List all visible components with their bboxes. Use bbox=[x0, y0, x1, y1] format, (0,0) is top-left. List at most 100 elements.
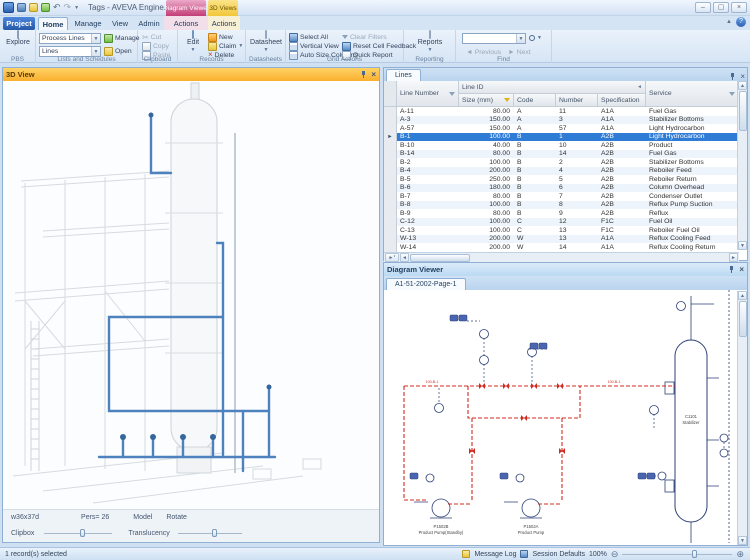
3d-mode-model[interactable]: Model bbox=[133, 514, 152, 521]
zoom-out-icon[interactable]: ⊖ bbox=[611, 549, 619, 560]
diagram-canvas[interactable]: C1101 Stabilizer P1502B Product Pump(Sta… bbox=[384, 290, 737, 543]
undo-icon[interactable]: ↶ bbox=[53, 3, 61, 12]
scroll-left-icon[interactable]: ◄ bbox=[400, 253, 409, 262]
scroll-thumb[interactable] bbox=[738, 91, 747, 131]
tab-actions-3d[interactable]: Actions bbox=[208, 17, 240, 30]
3d-view-header[interactable]: 3D View × bbox=[3, 68, 379, 81]
active-filter-icon[interactable] bbox=[504, 98, 510, 102]
scroll-thumb[interactable] bbox=[410, 253, 470, 262]
tab-lines[interactable]: Lines bbox=[386, 69, 421, 81]
table-row[interactable]: B-8 100.00 B 8 A2B Reflux Pump Suction bbox=[384, 200, 739, 209]
col-group-line-id[interactable]: Line ID ◄ bbox=[459, 81, 646, 94]
scroll-right-icon[interactable]: ► bbox=[729, 253, 738, 262]
tab-diagram-page[interactable]: A1-51-2002-Page-1 bbox=[386, 278, 466, 290]
manage-button[interactable]: Manage bbox=[104, 33, 140, 43]
search-button[interactable]: ▼ bbox=[529, 33, 542, 43]
tab-project[interactable]: Project bbox=[3, 17, 35, 30]
table-row[interactable]: B-7 80.00 B 7 A2B Condenser Outlet bbox=[384, 192, 739, 201]
scroll-up-icon[interactable]: ▲ bbox=[738, 81, 747, 90]
table-row[interactable]: B-2 100.00 B 2 A2B Stabilizer Bottoms bbox=[384, 158, 739, 167]
help-icon[interactable]: ? bbox=[736, 17, 746, 27]
tab-actions-diagram[interactable]: Actions bbox=[166, 17, 206, 30]
table-row[interactable]: B-6 180.00 B 6 A2B Column Overhead bbox=[384, 183, 739, 192]
explore-button[interactable]: Explore bbox=[3, 30, 33, 46]
scroll-thumb[interactable] bbox=[738, 301, 747, 337]
zoom-in-icon[interactable]: ⊕ bbox=[736, 549, 744, 560]
table-row[interactable]: B-9 80.00 B 9 A2B Reflux bbox=[384, 209, 739, 218]
diagram-vertical-scrollbar[interactable]: ▲ ▼ bbox=[737, 291, 747, 545]
reports-button[interactable]: Reports ▼ bbox=[415, 30, 445, 53]
sync-icon[interactable] bbox=[41, 3, 50, 12]
translucency-slider[interactable] bbox=[177, 529, 242, 537]
cell-line-number: B-2 bbox=[400, 158, 411, 166]
minimize-button[interactable]: – bbox=[695, 2, 711, 13]
col-specification[interactable]: Specification bbox=[598, 94, 646, 107]
maximize-button[interactable]: ▢ bbox=[713, 2, 729, 13]
close-button[interactable]: × bbox=[731, 2, 747, 13]
tab-admin[interactable]: Admin bbox=[134, 17, 164, 30]
tab-home[interactable]: Home bbox=[38, 17, 68, 30]
datasheet-button[interactable]: Datasheet ▼ bbox=[250, 30, 282, 53]
scroll-down-icon[interactable]: ▼ bbox=[738, 536, 747, 545]
chevron-down-icon[interactable]: ▼ bbox=[91, 34, 100, 43]
tab-manage[interactable]: Manage bbox=[70, 17, 106, 30]
refresh-icon[interactable] bbox=[29, 3, 38, 12]
minimize-ribbon-icon[interactable]: ▲ bbox=[726, 19, 732, 25]
find-search-input[interactable]: ▼ bbox=[462, 33, 526, 44]
clipbox-slider[interactable] bbox=[44, 529, 113, 537]
scroll-up-icon[interactable]: ▲ bbox=[738, 291, 747, 300]
table-row[interactable]: B-14 80.00 B 14 A2B Fuel Gas bbox=[384, 149, 739, 158]
filter-icon[interactable] bbox=[449, 91, 455, 96]
cell-size: 100.00 bbox=[489, 226, 510, 234]
table-row[interactable]: B-10 40.00 B 10 A2B Product bbox=[384, 141, 739, 150]
open-button[interactable]: Open bbox=[104, 46, 132, 56]
col-line-number[interactable]: Line Number bbox=[397, 81, 459, 107]
pin-icon[interactable] bbox=[360, 70, 367, 79]
table-row[interactable]: B-4 200.00 B 4 A2B Reboiler Feed bbox=[384, 166, 739, 175]
edit-button[interactable]: Edit ▼ bbox=[180, 30, 206, 53]
process-lines-combo[interactable]: Process Lines ▼ bbox=[39, 33, 101, 44]
grid-horizontal-scrollbar[interactable]: ►* ◄ ► bbox=[384, 252, 739, 262]
table-row[interactable]: W-13 200.00 W 13 A1A Reflux Cooling Feed bbox=[384, 234, 739, 243]
col-service[interactable]: Service bbox=[646, 81, 739, 107]
table-row[interactable]: A-57 150.00 A 57 A1A Light Hydrocarbon bbox=[384, 124, 739, 133]
chevron-down-icon[interactable]: ▼ bbox=[516, 34, 525, 43]
col-code[interactable]: Code bbox=[514, 94, 556, 107]
table-row[interactable]: ► B-1 100.00 B 1 A2B Light Hydrocarbon bbox=[384, 132, 739, 141]
close-icon[interactable]: × bbox=[739, 265, 744, 274]
collapse-icon[interactable]: ◄ bbox=[637, 84, 642, 90]
table-row[interactable]: A-3 150.00 A 3 A1A Stabilizer Bottoms bbox=[384, 115, 739, 124]
app-icon[interactable] bbox=[3, 2, 14, 13]
pin-icon[interactable] bbox=[728, 265, 735, 274]
tab-view[interactable]: View bbox=[106, 17, 134, 30]
new-row-button[interactable]: ►* bbox=[385, 253, 399, 262]
col-size[interactable]: Size (mm) bbox=[459, 94, 514, 107]
3d-model bbox=[12, 82, 322, 504]
qat-dropdown-icon[interactable]: ▼ bbox=[74, 5, 79, 11]
redo-icon[interactable]: ↷ bbox=[64, 3, 72, 12]
session-defaults-button[interactable]: Session Defaults bbox=[532, 551, 585, 558]
chevron-down-icon[interactable]: ▼ bbox=[91, 47, 100, 56]
table-row[interactable]: W-14 200.00 W 14 A1A Reflux Cooling Retu… bbox=[384, 243, 739, 252]
table-row[interactable]: A-11 80.00 A 11 A1A Fuel Gas bbox=[384, 107, 739, 116]
pin-icon[interactable] bbox=[729, 72, 736, 81]
scroll-down-icon[interactable]: ▼ bbox=[738, 241, 747, 250]
pump-a-tag-label: P1502A bbox=[524, 524, 539, 529]
close-icon[interactable]: × bbox=[371, 70, 376, 79]
3d-perspective[interactable]: Pers= 26 bbox=[81, 514, 109, 521]
save-icon[interactable] bbox=[17, 3, 26, 12]
table-row[interactable]: B-5 250.00 B 5 A2B Reboiler Return bbox=[384, 175, 739, 184]
table-row[interactable]: C-13 100.00 C 13 F1C Reboiler Fuel Oil bbox=[384, 226, 739, 235]
grid-vertical-scrollbar[interactable]: ▲ ▼ bbox=[737, 81, 747, 250]
diagram-viewer-header[interactable]: Diagram Viewer × bbox=[384, 263, 747, 276]
filter-icon[interactable] bbox=[729, 91, 735, 96]
message-log-button[interactable]: Message Log bbox=[474, 551, 516, 558]
close-icon[interactable]: × bbox=[740, 72, 745, 81]
3d-mode-rotate[interactable]: Rotate bbox=[166, 514, 187, 521]
zoom-slider[interactable] bbox=[622, 549, 733, 558]
3d-viewport[interactable] bbox=[3, 81, 379, 508]
cell-service: Reflux Pump Suction bbox=[649, 201, 713, 209]
cell-specification: F1C bbox=[601, 218, 614, 226]
table-row[interactable]: C-12 100.00 C 12 F1C Fuel Oil bbox=[384, 217, 739, 226]
col-number[interactable]: Number bbox=[556, 94, 598, 107]
